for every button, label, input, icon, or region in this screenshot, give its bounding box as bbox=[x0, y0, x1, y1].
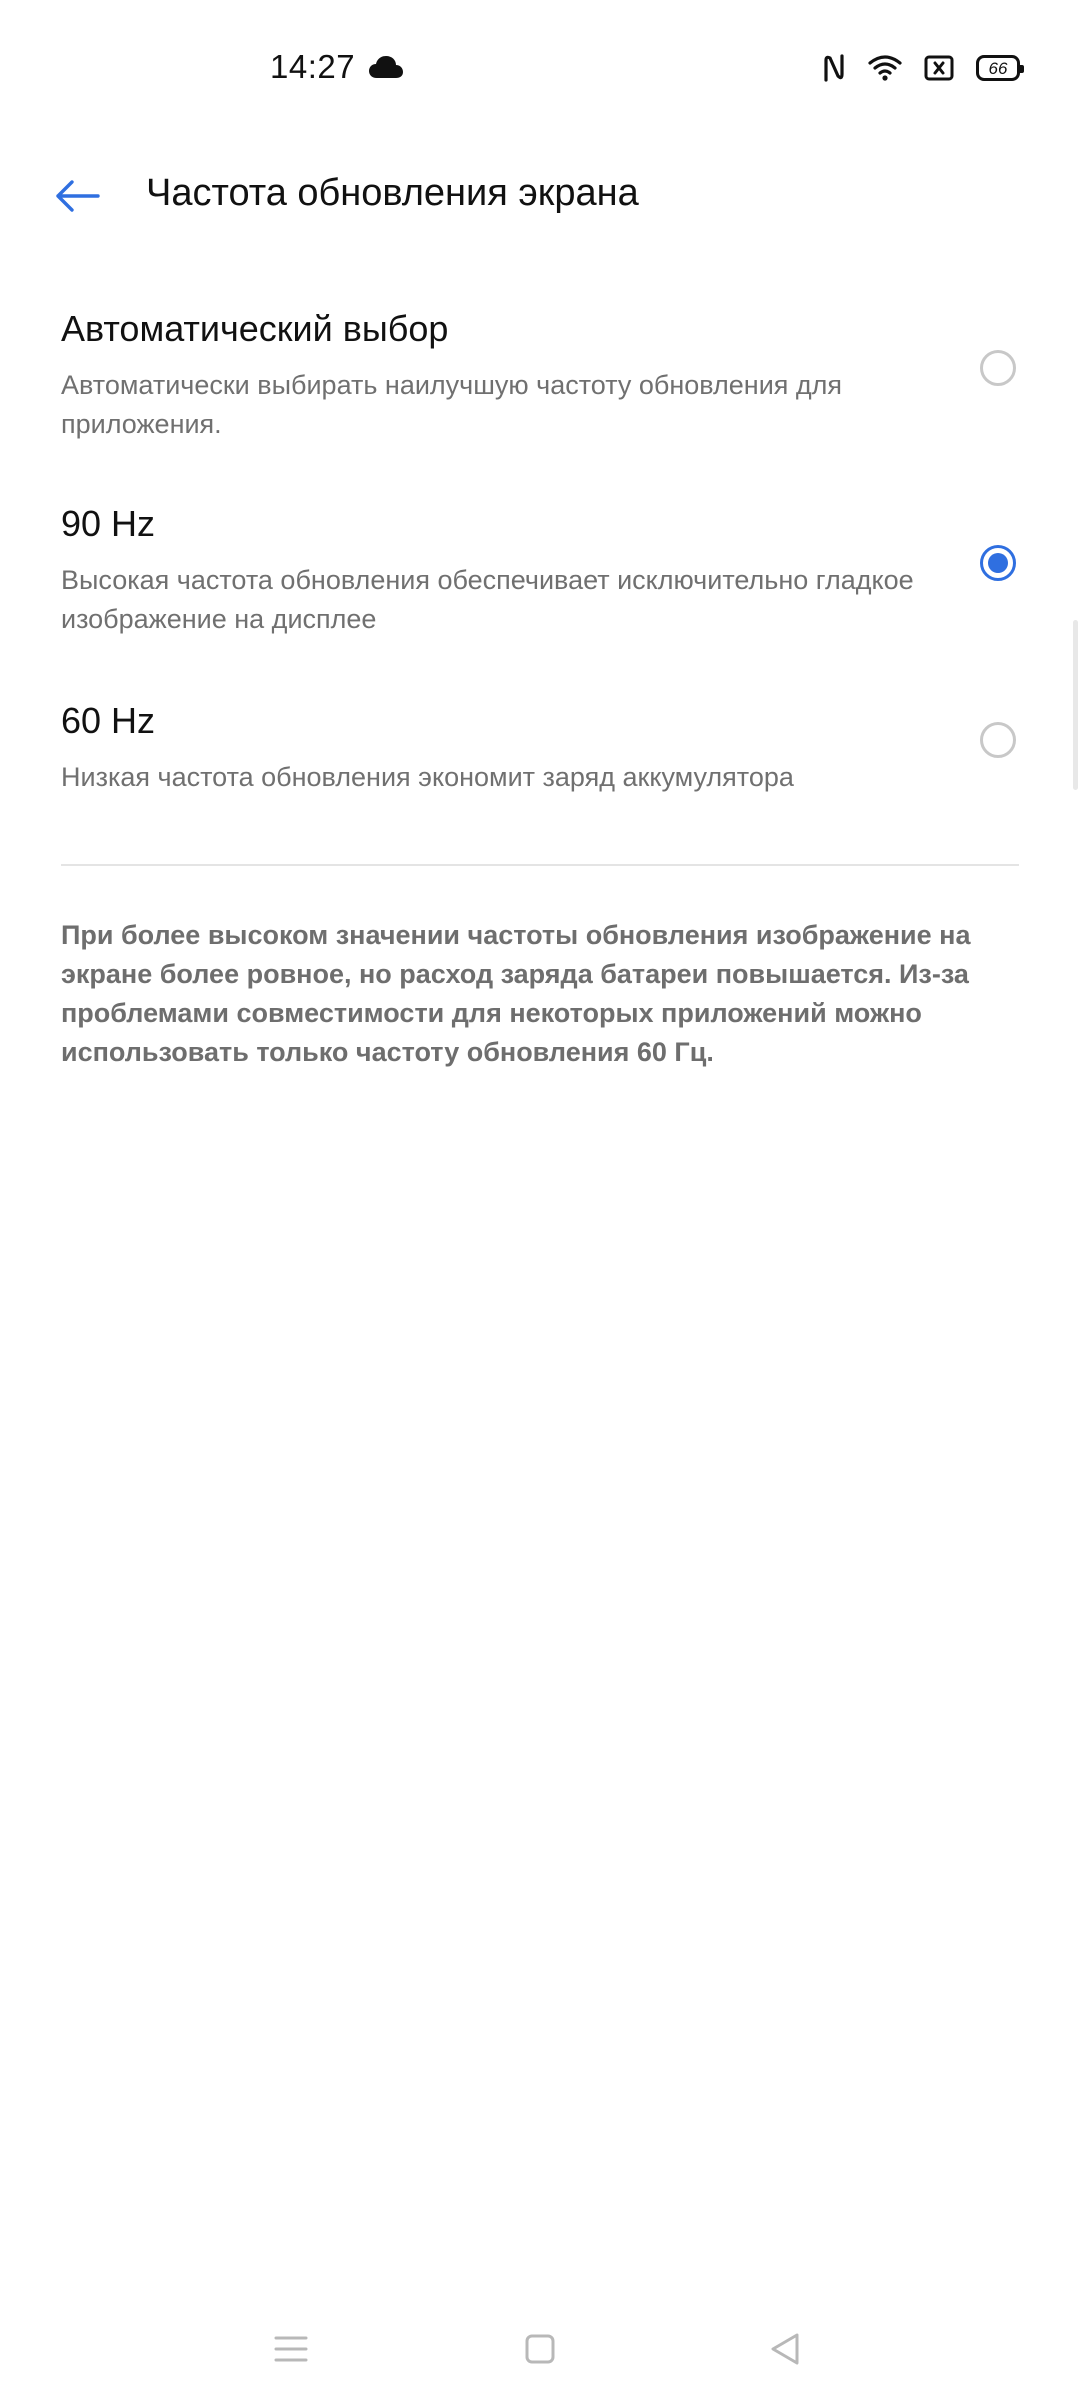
screen: 14:27 66 Частота обновления экрана Автом… bbox=[0, 0, 1080, 2400]
navigation-bar bbox=[0, 2300, 1080, 2400]
radio-60hz[interactable] bbox=[980, 722, 1016, 758]
back-icon bbox=[771, 2333, 799, 2365]
status-time: 14:27 bbox=[270, 48, 356, 85]
page-title: Частота обновления экрана bbox=[146, 172, 639, 214]
nav-back-button[interactable] bbox=[755, 2324, 815, 2374]
back-arrow-icon bbox=[56, 180, 100, 212]
divider bbox=[61, 864, 1019, 866]
menu-icon bbox=[274, 2336, 308, 2362]
battery-level: 66 bbox=[988, 58, 1008, 78]
radio-90hz[interactable] bbox=[980, 545, 1016, 581]
footnote: При более высоком значении частоты обнов… bbox=[61, 920, 971, 1067]
radio-auto[interactable] bbox=[980, 350, 1016, 386]
option-description: Низкая частота обновления экономит заряд… bbox=[61, 762, 794, 792]
status-icons: 66 bbox=[822, 50, 1024, 86]
option-description: Автоматически выбирать наилучшую частоту… bbox=[61, 370, 843, 439]
nfc-icon bbox=[822, 54, 846, 82]
no-sim-icon bbox=[924, 55, 954, 81]
option-60hz[interactable]: 60 Hz Низкая частота обновления экономит… bbox=[0, 700, 1080, 810]
home-button[interactable] bbox=[510, 2324, 570, 2374]
option-title: 90 Hz bbox=[61, 503, 156, 544]
cloud-icon bbox=[368, 54, 404, 80]
scrollbar[interactable] bbox=[1073, 620, 1078, 790]
recent-apps-button[interactable] bbox=[261, 2324, 321, 2374]
option-auto[interactable]: Автоматический выбор Автоматически выбир… bbox=[0, 308, 1080, 448]
back-button[interactable] bbox=[44, 168, 110, 224]
home-icon bbox=[525, 2334, 555, 2364]
option-title: 60 Hz bbox=[61, 700, 156, 741]
app-header: Частота обновления экрана bbox=[0, 140, 1080, 250]
battery-icon: 66 bbox=[976, 55, 1024, 81]
wifi-icon bbox=[868, 54, 902, 82]
status-bar: 14:27 66 bbox=[0, 0, 1080, 140]
option-description: Высокая частота обновления обеспечивает … bbox=[61, 565, 914, 634]
option-90hz[interactable]: 90 Hz Высокая частота обновления обеспеч… bbox=[0, 503, 1080, 643]
option-title: Автоматический выбор bbox=[61, 308, 449, 349]
